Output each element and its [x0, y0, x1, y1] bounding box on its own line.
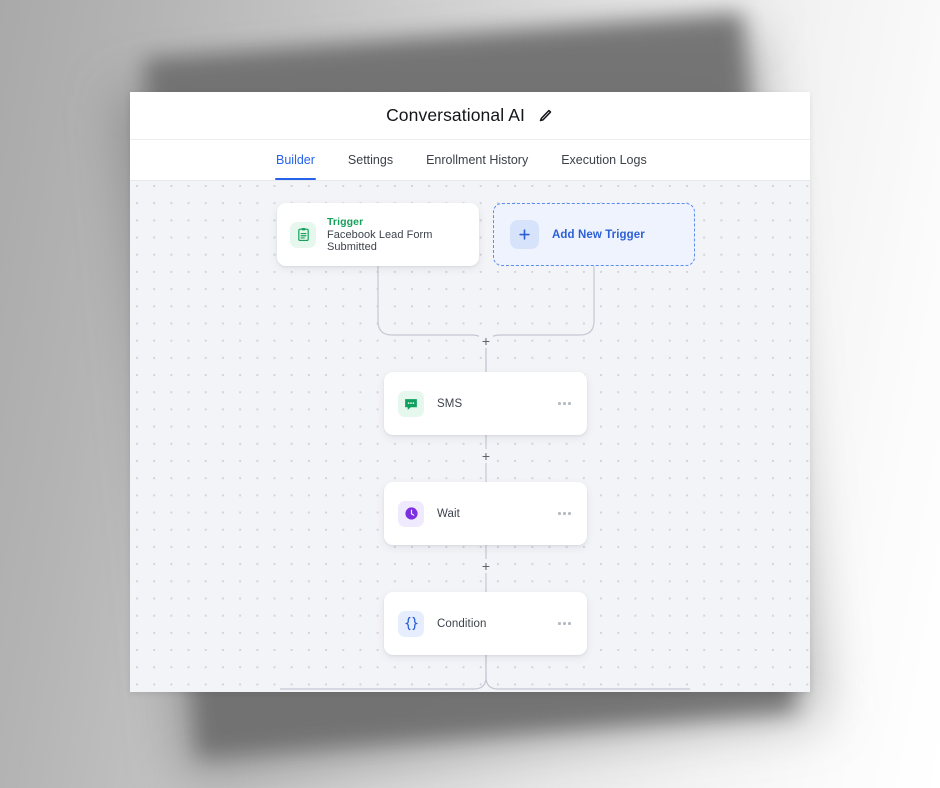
trigger-label: Trigger	[327, 216, 364, 228]
tab-settings[interactable]: Settings	[347, 140, 394, 180]
tabbar: Builder Settings Enrollment History Exec…	[130, 140, 810, 181]
plus-icon	[510, 220, 539, 249]
node-label: SMS	[437, 397, 463, 410]
trigger-texts: Trigger Facebook Lead Form Submitted	[327, 216, 466, 253]
tab-label: Enrollment History	[426, 153, 529, 167]
braces-icon	[398, 610, 424, 637]
add-new-trigger-button[interactable]: Add New Trigger	[493, 203, 695, 266]
sms-chat-icon	[398, 390, 424, 417]
more-options-icon[interactable]	[556, 396, 573, 411]
pencil-icon[interactable]	[538, 108, 554, 124]
node-condition[interactable]: Condition	[384, 592, 587, 655]
add-step-button[interactable]: +	[479, 334, 493, 348]
trigger-subtitle: Facebook Lead Form Submitted	[327, 229, 433, 253]
add-new-trigger-label: Add New Trigger	[552, 228, 645, 241]
tab-enrollment-history[interactable]: Enrollment History	[425, 140, 529, 180]
tab-label: Builder	[276, 153, 315, 167]
node-wait[interactable]: Wait	[384, 482, 587, 545]
more-options-icon[interactable]	[556, 616, 573, 631]
node-trigger[interactable]: Trigger Facebook Lead Form Submitted	[277, 203, 479, 266]
tab-label: Settings	[347, 153, 394, 167]
page-title: Conversational AI	[386, 105, 525, 125]
clock-icon	[398, 500, 424, 527]
more-options-icon[interactable]	[556, 506, 573, 521]
node-label: Condition	[437, 617, 487, 630]
tab-builder[interactable]: Builder	[275, 140, 316, 180]
add-step-button[interactable]: +	[479, 449, 493, 463]
titlebar: Conversational AI	[130, 92, 810, 140]
app-window: Conversational AI Builder Settings Enrol…	[130, 92, 810, 692]
add-step-button[interactable]: +	[479, 559, 493, 573]
tab-label: Execution Logs	[561, 153, 647, 167]
node-label: Wait	[437, 507, 460, 520]
clipboard-icon	[290, 221, 316, 248]
scene: Conversational AI Builder Settings Enrol…	[0, 0, 940, 788]
workflow-canvas[interactable]: Trigger Facebook Lead Form Submitted Add…	[130, 181, 810, 692]
node-sms[interactable]: SMS	[384, 372, 587, 435]
tab-execution-logs[interactable]: Execution Logs	[560, 140, 647, 180]
